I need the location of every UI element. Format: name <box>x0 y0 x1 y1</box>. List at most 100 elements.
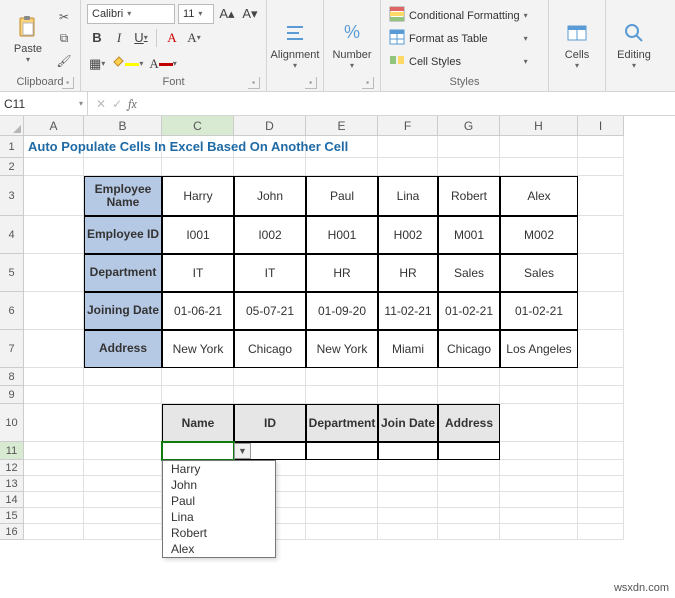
editing-button[interactable]: Editing ▾ <box>612 13 656 77</box>
cell[interactable]: Alex <box>500 176 578 216</box>
cell[interactable]: Address <box>84 330 162 368</box>
cell[interactable]: HR <box>378 254 438 292</box>
cell[interactable]: EmployeeName <box>84 176 162 216</box>
cell[interactable] <box>84 508 162 524</box>
cell[interactable] <box>378 136 438 158</box>
font-color-button[interactable]: A▾ <box>147 54 178 74</box>
cell[interactable] <box>24 330 84 368</box>
cell[interactable]: Sales <box>500 254 578 292</box>
cell[interactable] <box>24 524 84 540</box>
cell[interactable] <box>500 404 578 442</box>
cell[interactable] <box>500 492 578 508</box>
borders-button[interactable]: ▦▾ <box>87 54 107 74</box>
cell[interactable]: IT <box>162 254 234 292</box>
cell[interactable] <box>306 368 378 386</box>
validation-dropdown-list[interactable]: HarryJohnPaulLinaRobertAlex <box>162 460 276 558</box>
bold-button[interactable]: B <box>87 28 107 48</box>
cell[interactable]: John <box>234 176 306 216</box>
row-header[interactable]: 9 <box>0 386 24 404</box>
row-header[interactable]: 3 <box>0 176 24 216</box>
cell[interactable] <box>438 524 500 540</box>
font-color-red-button[interactable]: A <box>162 28 182 48</box>
cell[interactable] <box>306 158 378 176</box>
cell[interactable] <box>438 368 500 386</box>
formula-input[interactable] <box>145 92 675 115</box>
cell[interactable] <box>24 442 84 460</box>
cell[interactable]: Address <box>438 404 500 442</box>
cell[interactable] <box>234 158 306 176</box>
fx-enter-icon[interactable]: ✓ <box>112 97 122 111</box>
cell[interactable]: HR <box>306 254 378 292</box>
cell[interactable]: I001 <box>162 216 234 254</box>
cell[interactable] <box>306 386 378 404</box>
cell[interactable] <box>24 292 84 330</box>
cell[interactable] <box>24 368 84 386</box>
cell[interactable] <box>500 476 578 492</box>
row-header[interactable]: 14 <box>0 492 24 508</box>
row-header[interactable]: 4 <box>0 216 24 254</box>
cell[interactable] <box>162 386 234 404</box>
validation-dropdown-button[interactable]: ▼ <box>234 443 251 459</box>
cell[interactable] <box>500 158 578 176</box>
cell[interactable] <box>378 158 438 176</box>
cell[interactable]: Sales <box>438 254 500 292</box>
cell[interactable] <box>306 476 378 492</box>
format-painter-button[interactable]: 🖌 <box>54 51 74 71</box>
cell[interactable] <box>578 442 624 460</box>
cell[interactable] <box>438 476 500 492</box>
cell[interactable] <box>578 492 624 508</box>
cell[interactable] <box>578 136 624 158</box>
cell[interactable] <box>84 158 162 176</box>
fill-color-button[interactable]: ▾ <box>109 54 145 74</box>
cell[interactable] <box>24 216 84 254</box>
cell[interactable]: M002 <box>500 216 578 254</box>
cell[interactable] <box>578 460 624 476</box>
cell[interactable] <box>578 254 624 292</box>
cell[interactable] <box>24 476 84 492</box>
number-button[interactable]: % Number ▾ <box>330 13 374 77</box>
column-header[interactable]: D <box>234 116 306 136</box>
cell[interactable] <box>500 508 578 524</box>
clipboard-launcher[interactable]: ▪ <box>62 77 74 89</box>
cell[interactable] <box>578 404 624 442</box>
cell[interactable]: 05-07-21 <box>234 292 306 330</box>
cell[interactable] <box>438 386 500 404</box>
cell[interactable] <box>24 386 84 404</box>
cell[interactable] <box>578 508 624 524</box>
font-size-combo[interactable]: 11▾ <box>178 4 214 24</box>
dropdown-item[interactable]: John <box>163 477 275 493</box>
cell[interactable] <box>578 368 624 386</box>
dropdown-item[interactable]: Harry <box>163 461 275 477</box>
cell[interactable]: Los Angeles <box>500 330 578 368</box>
dropdown-item[interactable]: Robert <box>163 525 275 541</box>
cell[interactable] <box>438 460 500 476</box>
dropdown-item[interactable]: Alex <box>163 541 275 557</box>
cell[interactable]: 11-02-21 <box>378 292 438 330</box>
cell[interactable] <box>578 176 624 216</box>
cell[interactable] <box>378 386 438 404</box>
cell[interactable] <box>24 176 84 216</box>
paste-button[interactable]: Paste ▾ <box>6 7 50 71</box>
row-header[interactable]: 2 <box>0 158 24 176</box>
cell[interactable] <box>578 292 624 330</box>
cell[interactable]: Auto Populate Cells In Excel Based On An… <box>24 136 84 158</box>
cut-button[interactable]: ✂ <box>54 7 74 27</box>
increase-font-button[interactable]: A▴ <box>217 4 237 24</box>
cell[interactable] <box>500 460 578 476</box>
row-header[interactable]: 15 <box>0 508 24 524</box>
column-header[interactable]: I <box>578 116 624 136</box>
cell[interactable]: Department <box>306 404 378 442</box>
cell[interactable] <box>84 492 162 508</box>
cell[interactable] <box>378 460 438 476</box>
cell[interactable] <box>306 460 378 476</box>
cell[interactable]: 01-02-21 <box>500 292 578 330</box>
cell[interactable] <box>84 442 162 460</box>
cell[interactable]: H001 <box>306 216 378 254</box>
cell[interactable]: New York <box>306 330 378 368</box>
cell[interactable] <box>578 524 624 540</box>
cell[interactable] <box>306 524 378 540</box>
cell[interactable] <box>162 368 234 386</box>
cell[interactable] <box>500 386 578 404</box>
column-header[interactable]: F <box>378 116 438 136</box>
cell[interactable]: 01-09-20 <box>306 292 378 330</box>
